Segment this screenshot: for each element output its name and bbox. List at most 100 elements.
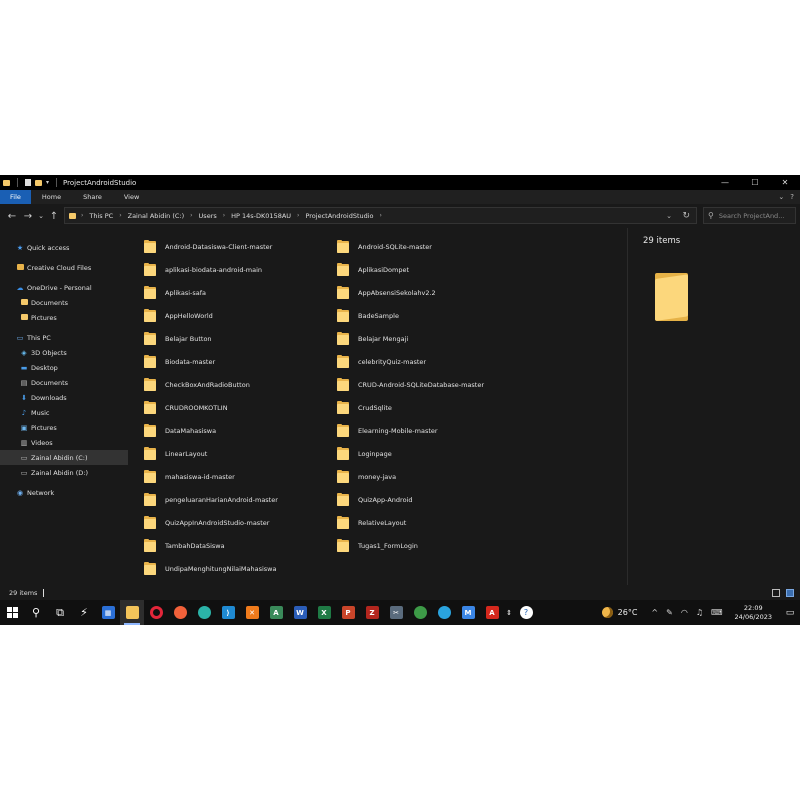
file-list-item[interactable]: Belajar Mengaji	[337, 327, 484, 350]
file-list-item[interactable]: CheckBoxAndRadioButton	[144, 373, 278, 396]
keyboard-icon[interactable]: ⌨	[707, 608, 727, 617]
weather-widget[interactable]: 26°C	[592, 607, 648, 618]
chevron-right-icon[interactable]: ›	[119, 212, 121, 219]
file-list-item[interactable]: mahasiswa-id-master	[144, 465, 278, 488]
tab-file[interactable]: File	[0, 190, 31, 204]
file-list-item[interactable]: UndipaMenghitungNilaiMahasiswa	[144, 557, 278, 580]
chevron-down-icon[interactable]: ▾	[46, 179, 49, 186]
nav-onedrive-documents[interactable]: Documents	[0, 295, 128, 310]
chrome-icon[interactable]	[408, 600, 432, 625]
nav-drive-c[interactable]: ▭ Zainal Abidin (C:)	[0, 450, 128, 465]
chevron-right-icon[interactable]: ›	[81, 212, 83, 219]
file-list-item[interactable]: QuizApp-Android	[337, 488, 484, 511]
nav-this-pc[interactable]: ▭ This PC	[0, 330, 128, 345]
excel-icon[interactable]: X	[312, 600, 336, 625]
nav-onedrive-pictures[interactable]: Pictures	[0, 310, 128, 325]
chevron-right-icon[interactable]: ›	[297, 212, 299, 219]
clock[interactable]: 22:09 24/06/2023	[727, 604, 780, 622]
search-input[interactable]	[718, 211, 789, 220]
file-list-item[interactable]: celebrityQuiz-master	[337, 350, 484, 373]
breadcrumb-this-pc[interactable]: This PC	[89, 212, 113, 220]
recent-chevron-icon[interactable]: ⌄	[36, 212, 46, 220]
details-view-icon[interactable]	[772, 588, 780, 597]
lightning-app-icon[interactable]: ⚡	[72, 600, 96, 625]
telegram-icon[interactable]	[432, 600, 456, 625]
file-list-item[interactable]: AplikasiDompet	[337, 258, 484, 281]
chevron-right-icon[interactable]: ›	[190, 212, 192, 219]
app-m-icon[interactable]: M	[456, 600, 480, 625]
back-arrow-icon[interactable]: ←	[4, 211, 20, 222]
help-icon[interactable]: ?	[790, 193, 794, 201]
breadcrumb-current[interactable]: ProjectAndroidStudio	[305, 212, 373, 220]
nav-quick-access[interactable]: ★ Quick access	[0, 240, 128, 255]
tab-home[interactable]: Home	[31, 190, 72, 204]
file-list-item[interactable]: Android-SQLite-master	[337, 235, 484, 258]
breadcrumb-drive-c[interactable]: Zainal Abidin (C:)	[128, 212, 185, 220]
address-bar[interactable]: › This PC › Zainal Abidin (C:) › Users ›…	[64, 207, 697, 224]
new-folder-icon[interactable]	[35, 179, 42, 186]
nav-pictures[interactable]: ▣ Pictures	[0, 420, 128, 435]
file-list-item[interactable]: TambahDataSiswa	[144, 534, 278, 557]
file-list-item[interactable]: Biodata-master	[144, 350, 278, 373]
opera-icon[interactable]	[144, 600, 168, 625]
vscode-icon[interactable]: ⟩	[216, 600, 240, 625]
file-list-item[interactable]: Aplikasi-safa	[144, 281, 278, 304]
nav-documents[interactable]: ▤ Documents	[0, 375, 128, 390]
acrobat-icon[interactable]: A	[480, 600, 504, 625]
properties-icon[interactable]	[25, 179, 31, 186]
file-list-item[interactable]: AppAbsensiSekolahv2.2	[337, 281, 484, 304]
file-explorer-icon[interactable]	[120, 600, 144, 625]
file-list-item[interactable]: DataMahasiswa	[144, 419, 278, 442]
powerpoint-icon[interactable]: P	[336, 600, 360, 625]
nav-desktop[interactable]: ▬ Desktop	[0, 360, 128, 375]
nav-onedrive[interactable]: ☁ OneDrive - Personal	[0, 280, 128, 295]
refresh-icon[interactable]: ↻	[682, 211, 690, 221]
file-list-item[interactable]: pengeluaranHarianAndroid-master	[144, 488, 278, 511]
tab-share[interactable]: Share	[72, 190, 113, 204]
file-list-item[interactable]: Elearning-Mobile-master	[337, 419, 484, 442]
windows-start-icon[interactable]	[0, 600, 24, 625]
file-list-item[interactable]: CRUD-Android-SQLiteDatabase-master	[337, 373, 484, 396]
chevron-down-icon[interactable]: ⌄	[666, 212, 672, 220]
chevron-right-icon[interactable]: ›	[223, 212, 225, 219]
nav-music[interactable]: ♪ Music	[0, 405, 128, 420]
help-app-icon[interactable]: ?	[514, 600, 538, 625]
xampp-icon[interactable]: ✕	[240, 600, 264, 625]
snipping-tool-icon[interactable]: ✂	[384, 600, 408, 625]
firefox-icon[interactable]	[168, 600, 192, 625]
search-box[interactable]: ⚲	[703, 207, 796, 224]
search-icon[interactable]: ⚲	[24, 600, 48, 625]
chevron-up-icon[interactable]: ^	[647, 608, 662, 617]
word-icon[interactable]: W	[288, 600, 312, 625]
file-list-item[interactable]: CrudSqlite	[337, 396, 484, 419]
nav-drive-d[interactable]: ▭ Zainal Abidin (D:)	[0, 465, 128, 480]
nav-network[interactable]: ◉ Network	[0, 485, 128, 500]
file-list-item[interactable]: CRUDROOMKOTLIN	[144, 396, 278, 419]
minimize-button[interactable]: —	[710, 178, 740, 187]
breadcrumb-users[interactable]: Users	[199, 212, 217, 220]
android-studio-icon[interactable]: A	[264, 600, 288, 625]
volume-icon[interactable]: ♫	[692, 608, 707, 617]
tab-view[interactable]: View	[113, 190, 150, 204]
file-list-item[interactable]: Android-Datasiswa-Client-master	[144, 235, 278, 258]
close-button[interactable]: ✕	[770, 178, 800, 187]
up-arrow-icon[interactable]: ↑	[46, 211, 62, 222]
store-icon[interactable]: ▦	[96, 600, 120, 625]
winrar-icon[interactable]: Z	[360, 600, 384, 625]
task-view-icon[interactable]: ⧉	[48, 600, 72, 625]
maximize-button[interactable]: ☐	[740, 178, 770, 187]
nav-creative-cloud-files[interactable]: Creative Cloud Files	[0, 260, 128, 275]
notification-icon[interactable]: ▭	[780, 608, 800, 618]
breadcrumb-user[interactable]: HP 14s-DK0158AU	[231, 212, 291, 220]
forward-arrow-icon[interactable]: →	[20, 211, 36, 222]
file-list-item[interactable]: AppHelloWorld	[144, 304, 278, 327]
file-list-item[interactable]: aplikasi-biodata-android-main	[144, 258, 278, 281]
nav-downloads[interactable]: ⬇ Downloads	[0, 390, 128, 405]
file-list-item[interactable]: LinearLayout	[144, 442, 278, 465]
edge-icon[interactable]	[192, 600, 216, 625]
nav-3d-objects[interactable]: ◈ 3D Objects	[0, 345, 128, 360]
pen-icon[interactable]: ✎	[662, 608, 677, 617]
file-list-item[interactable]: money-java	[337, 465, 484, 488]
expand-ribbon-icon[interactable]: ⌄	[778, 193, 784, 201]
file-list-item[interactable]: RelativeLayout	[337, 511, 484, 534]
